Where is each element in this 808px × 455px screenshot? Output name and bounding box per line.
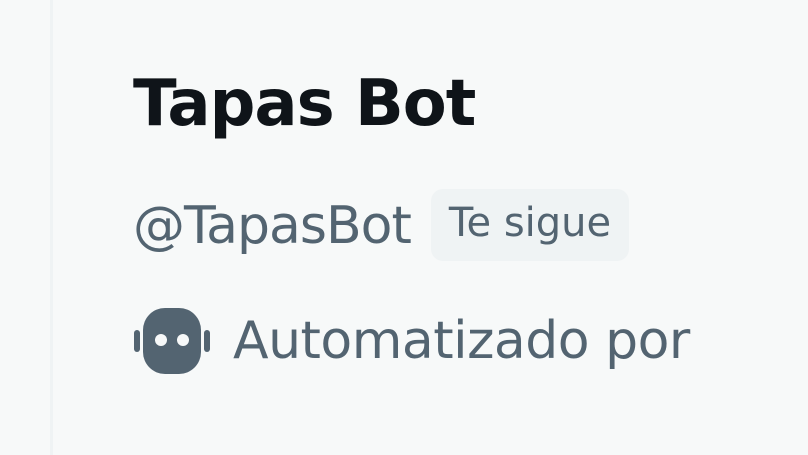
profile-handle[interactable]: @TapasBot — [133, 200, 412, 252]
column-divider — [50, 0, 53, 455]
automated-by-text: Automatizado por — [233, 311, 690, 371]
automated-account-label: Automatizado por — [133, 296, 690, 386]
profile-header: Tapas Bot @TapasBot Te sigue Automatizad… — [133, 0, 808, 455]
follows-you-badge: Te sigue — [430, 189, 630, 261]
handle-row: @TapasBot Te sigue — [133, 178, 630, 274]
robot-icon — [134, 308, 210, 374]
profile-display-name: Tapas Bot — [133, 67, 476, 141]
